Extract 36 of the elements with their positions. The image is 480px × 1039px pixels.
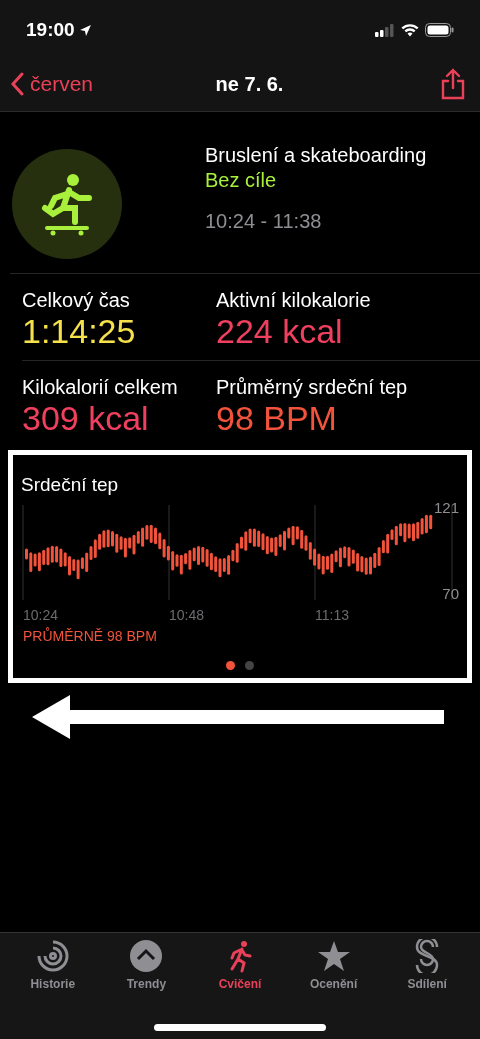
chevron-up-icon [129, 939, 164, 973]
metric-value: 98 BPM [216, 399, 338, 437]
star-icon [316, 939, 351, 973]
metric-value: 224 kcal [216, 312, 344, 350]
metric-label: Aktivní kilokalorie [216, 288, 372, 312]
rings-icon [35, 939, 70, 973]
skateboarder-icon [39, 172, 95, 236]
battery-icon [425, 23, 454, 37]
y-axis-max: 121 [433, 498, 459, 518]
tab-button[interactable]: Sdílení [382, 939, 473, 993]
back-chevron-icon [10, 71, 24, 96]
goal-label: Bez cíle [205, 168, 278, 192]
nav-title: ne 7. 6. [215, 71, 284, 97]
average-heart-rate: PRŮMĚRNĚ 98 BPM [22, 626, 158, 646]
tab-button[interactable]: Cvičení [195, 939, 285, 993]
chart-title: Srdeční tep [21, 473, 120, 497]
metric-label: Kilokalorií celkem [22, 375, 179, 399]
workout-name: Bruslení a skateboarding [205, 143, 427, 168]
tab-button[interactable]: Historie [7, 939, 98, 993]
y-axis-min: 70 [442, 583, 459, 604]
tab-button[interactable]: Ocenění [288, 939, 379, 993]
time-axis-label: 10:24 [22, 606, 60, 625]
signal-icon [375, 23, 395, 37]
metric-value: 309 kcal [22, 399, 150, 437]
location-arrow-icon [78, 23, 92, 37]
wifi-icon [401, 23, 419, 37]
back-button[interactable]: červen [10, 67, 94, 100]
metric-value: 1:14:25 [22, 312, 137, 350]
tab-button[interactable]: Trendy [101, 939, 192, 993]
time-axis-label: 10:48 [168, 606, 206, 625]
time-range: 10:24 - 11:38 [205, 209, 323, 234]
metric-label: Průměrný srdeční tep [216, 375, 409, 399]
share-icon [440, 67, 466, 100]
time-axis-label: 11:13 [314, 606, 350, 625]
clock-time: 19:00 [26, 17, 75, 42]
metric-label: Celkový čas [22, 288, 131, 312]
